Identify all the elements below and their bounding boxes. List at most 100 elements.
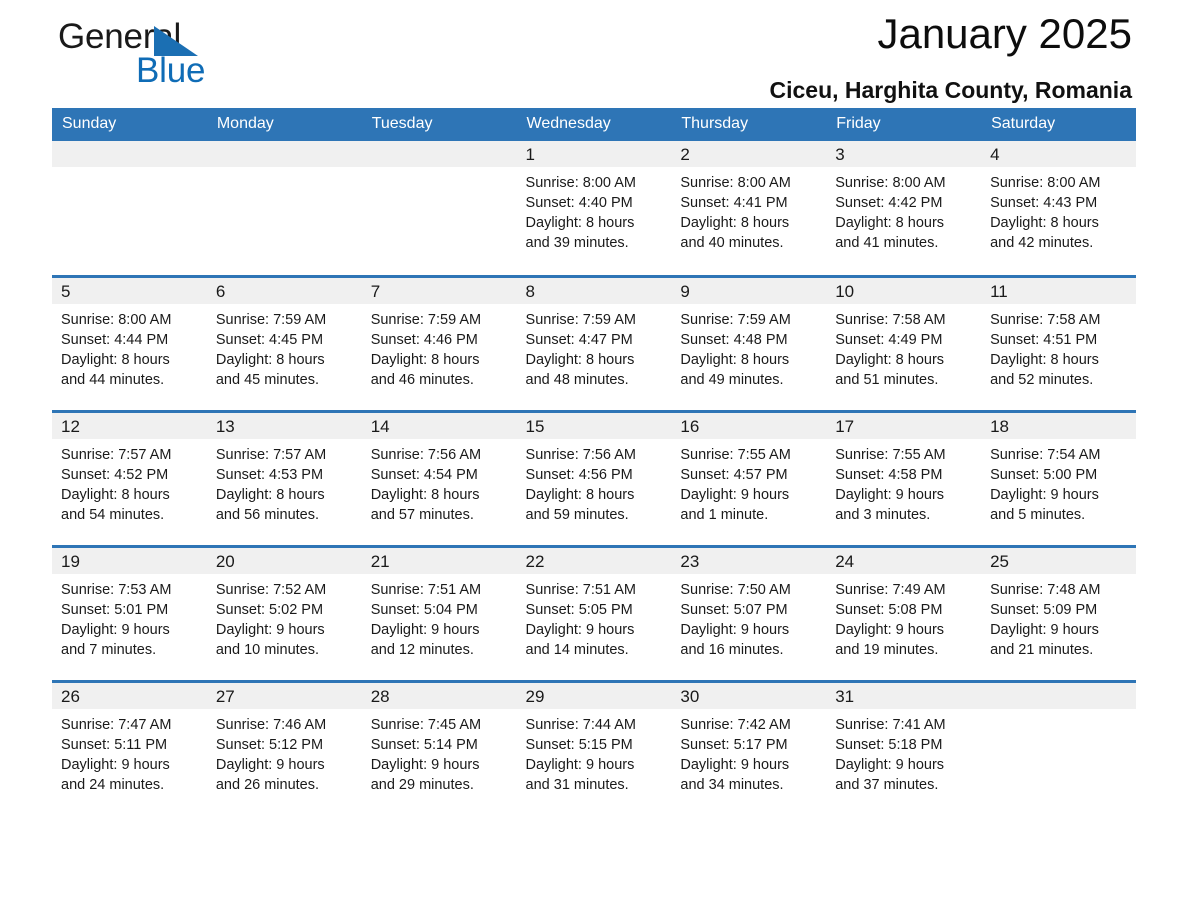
sunset-text: Sunset: 4:57 PM (680, 466, 788, 483)
calendar-day-cell[interactable]: 17 Sunrise: 7:55 AM Sunset: 4:58 PM Dayligh… (826, 409, 982, 546)
daylight-text-line1: Daylight: 9 hours (525, 621, 635, 638)
calendar-cell-empty (52, 141, 207, 276)
day-number-band: 6 (206, 277, 362, 304)
sunrise-text: Sunrise: 7:55 AM (680, 446, 791, 463)
sunrise-text: Sunrise: 7:45 AM (370, 716, 482, 733)
calendar-day-cell[interactable]: 25 Sunrise: 7:48 AM Sunset: 5:09 PM Dayligh… (981, 544, 1136, 681)
daylight-text-line1: Daylight: 9 hours (680, 486, 790, 503)
day-number: 21 (370, 551, 390, 571)
day-info: Sunrise: 7:41 AM Sunset: 5:18 PM Daylight:… (826, 709, 981, 795)
day-number-band: 26 (52, 682, 207, 709)
sunrise-text: Sunrise: 7:56 AM (525, 446, 636, 463)
sunrise-text: Sunrise: 7:55 AM (835, 446, 946, 463)
generalblue-logo[interactable]: General Blue (58, 18, 288, 94)
sunset-text: Sunset: 5:09 PM (990, 601, 1098, 618)
day-number-band: 9 (671, 277, 827, 304)
day-number-band: 23 (671, 547, 827, 574)
calendar-day-cell[interactable]: 6 Sunrise: 7:59 AM Sunset: 4:45 PM Daylight… (206, 274, 362, 411)
sunset-text: Sunset: 4:44 PM (61, 331, 169, 348)
daylight-text-line2: and 52 minutes. (990, 371, 1094, 388)
day-number: 1 (525, 145, 535, 164)
daylight-text-line1: Daylight: 8 hours (61, 351, 170, 368)
day-info: Sunrise: 7:56 AM Sunset: 4:54 PM Daylight:… (362, 439, 517, 525)
calendar-day-cell[interactable]: 7 Sunrise: 7:59 AM Sunset: 4:46 PM Daylight… (361, 274, 517, 411)
calendar-day-cell[interactable]: 26 Sunrise: 7:47 AM Sunset: 5:11 PM Dayligh… (52, 679, 207, 816)
day-number: 7 (370, 281, 381, 301)
daylight-text-line2: and 37 minutes. (835, 776, 939, 793)
day-number: 23 (680, 551, 700, 571)
sunset-text: Sunset: 5:15 PM (525, 736, 633, 753)
day-number: 26 (61, 686, 80, 706)
day-info: Sunrise: 7:57 AM Sunset: 4:52 PM Daylight:… (52, 439, 207, 525)
calendar-day-cell[interactable]: 5 Sunrise: 8:00 AM Sunset: 4:44 PM Daylight… (52, 274, 207, 411)
calendar-day-cell[interactable]: 4 Sunrise: 8:00 AM Sunset: 4:43 PM Daylight… (981, 141, 1136, 276)
sunset-text: Sunset: 4:42 PM (835, 195, 943, 211)
daylight-text-line2: and 10 minutes. (215, 641, 320, 658)
calendar-week-row: 26 Sunrise: 7:47 AM Sunset: 5:11 PM Dayligh… (52, 679, 1136, 816)
day-number-band: 3 (826, 141, 982, 167)
daylight-text-line2: and 34 minutes. (680, 776, 784, 793)
day-info: Sunrise: 8:00 AM Sunset: 4:41 PM Daylight:… (671, 167, 826, 253)
calendar-day-cell[interactable]: 21 Sunrise: 7:51 AM Sunset: 5:04 PM Dayligh… (361, 544, 517, 681)
daylight-text-line1: Daylight: 9 hours (680, 621, 790, 638)
day-number-band: 25 (981, 547, 1136, 574)
daylight-text-line1: Daylight: 8 hours (525, 215, 635, 231)
calendar-day-cell[interactable]: 1 Sunrise: 8:00 AM Sunset: 4:40 PM Daylight… (516, 141, 672, 276)
sunrise-text: Sunrise: 7:41 AM (835, 716, 946, 733)
day-number-band: 2 (671, 141, 827, 167)
day-info: Sunrise: 7:56 AM Sunset: 4:56 PM Daylight:… (517, 439, 672, 525)
day-info: Sunrise: 7:58 AM Sunset: 4:51 PM Daylight:… (981, 304, 1136, 390)
daylight-text-line2: and 12 minutes. (370, 641, 474, 658)
calendar-day-cell[interactable]: 20 Sunrise: 7:52 AM Sunset: 5:02 PM Dayligh… (206, 544, 362, 681)
day-number: 15 (525, 416, 545, 436)
calendar-day-cell[interactable]: 8 Sunrise: 7:59 AM Sunset: 4:47 PM Daylight… (516, 274, 672, 411)
calendar-day-cell[interactable]: 16 Sunrise: 7:55 AM Sunset: 4:57 PM Dayligh… (671, 409, 827, 546)
calendar-cell-empty (361, 141, 517, 276)
day-number: 16 (680, 416, 700, 436)
day-number-band: 19 (52, 547, 207, 574)
sunrise-text: Sunrise: 7:46 AM (215, 716, 327, 733)
day-number-band: 24 (826, 547, 982, 574)
calendar-day-cell[interactable]: 28 Sunrise: 7:45 AM Sunset: 5:14 PM Dayligh… (361, 679, 517, 816)
calendar-day-cell[interactable]: 22 Sunrise: 7:51 AM Sunset: 5:05 PM Dayligh… (516, 544, 672, 681)
calendar-day-cell[interactable]: 30 Sunrise: 7:42 AM Sunset: 5:17 PM Dayligh… (671, 679, 827, 816)
calendar-day-cell[interactable]: 13 Sunrise: 7:57 AM Sunset: 4:53 PM Dayligh… (206, 409, 362, 546)
calendar-day-cell[interactable]: 2 Sunrise: 8:00 AM Sunset: 4:41 PM Daylight… (671, 141, 827, 276)
daylight-text-line2: and 42 minutes. (990, 235, 1094, 251)
calendar-day-cell[interactable]: 14 Sunrise: 7:56 AM Sunset: 4:54 PM Dayligh… (361, 409, 517, 546)
daylight-text-line1: Daylight: 9 hours (835, 621, 945, 638)
daylight-text-line2: and 51 minutes. (835, 371, 939, 388)
daylight-text-line1: Daylight: 8 hours (215, 486, 325, 503)
calendar-day-cell[interactable]: 9 Sunrise: 7:59 AM Sunset: 4:48 PM Daylight… (671, 274, 827, 411)
daylight-text-line1: Daylight: 8 hours (215, 351, 325, 368)
calendar-day-cell[interactable]: 29 Sunrise: 7:44 AM Sunset: 5:15 PM Dayligh… (516, 679, 672, 816)
day-number: 20 (215, 551, 235, 571)
calendar-day-cell[interactable]: 10 Sunrise: 7:58 AM Sunset: 4:49 PM Dayligh… (826, 274, 982, 411)
sunset-text: Sunset: 4:52 PM (61, 466, 169, 483)
day-number-band: 5 (52, 277, 207, 304)
day-info: Sunrise: 7:55 AM Sunset: 4:57 PM Daylight:… (671, 439, 826, 525)
sunset-text: Sunset: 4:49 PM (835, 331, 943, 348)
calendar-day-cell[interactable]: 11 Sunrise: 7:58 AM Sunset: 4:51 PM Dayligh… (981, 274, 1136, 411)
calendar-day-cell[interactable]: 12 Sunrise: 7:57 AM Sunset: 4:52 PM Dayligh… (52, 409, 207, 546)
sunset-text: Sunset: 4:58 PM (835, 466, 943, 483)
sunset-text: Sunset: 5:04 PM (370, 601, 478, 618)
day-number-band: 15 (516, 412, 672, 439)
day-number: 17 (835, 416, 855, 436)
daylight-text-line1: Daylight: 8 hours (990, 215, 1099, 231)
calendar-day-cell[interactable]: 3 Sunrise: 8:00 AM Sunset: 4:42 PM Daylight… (826, 141, 982, 276)
day-number-band: 18 (981, 412, 1136, 439)
calendar-day-cell[interactable]: 27 Sunrise: 7:46 AM Sunset: 5:12 PM Dayligh… (206, 679, 362, 816)
calendar-day-cell[interactable]: 18 Sunrise: 7:54 AM Sunset: 5:00 PM Dayligh… (981, 409, 1136, 546)
calendar-day-cell[interactable]: 15 Sunrise: 7:56 AM Sunset: 4:56 PM Dayligh… (516, 409, 672, 546)
day-info: Sunrise: 7:45 AM Sunset: 5:14 PM Daylight:… (362, 709, 517, 795)
calendar-day-cell[interactable]: 23 Sunrise: 7:50 AM Sunset: 5:07 PM Dayligh… (671, 544, 827, 681)
calendar-day-cell[interactable]: 31 Sunrise: 7:41 AM Sunset: 5:18 PM Dayligh… (826, 679, 982, 816)
calendar-day-cell[interactable]: 24 Sunrise: 7:49 AM Sunset: 5:08 PM Dayligh… (826, 544, 982, 681)
calendar-day-cell[interactable]: 19 Sunrise: 7:53 AM Sunset: 5:01 PM Dayligh… (52, 544, 207, 681)
calendar-week-row: 5 Sunrise: 8:00 AM Sunset: 4:44 PM Daylight… (52, 274, 1136, 411)
day-number: 10 (835, 281, 855, 301)
page-subtitle: Ciceu, Harghita County, Romania (769, 77, 1132, 103)
day-info: Sunrise: 7:57 AM Sunset: 4:53 PM Daylight:… (207, 439, 362, 525)
daylight-text-line1: Daylight: 8 hours (835, 215, 945, 231)
